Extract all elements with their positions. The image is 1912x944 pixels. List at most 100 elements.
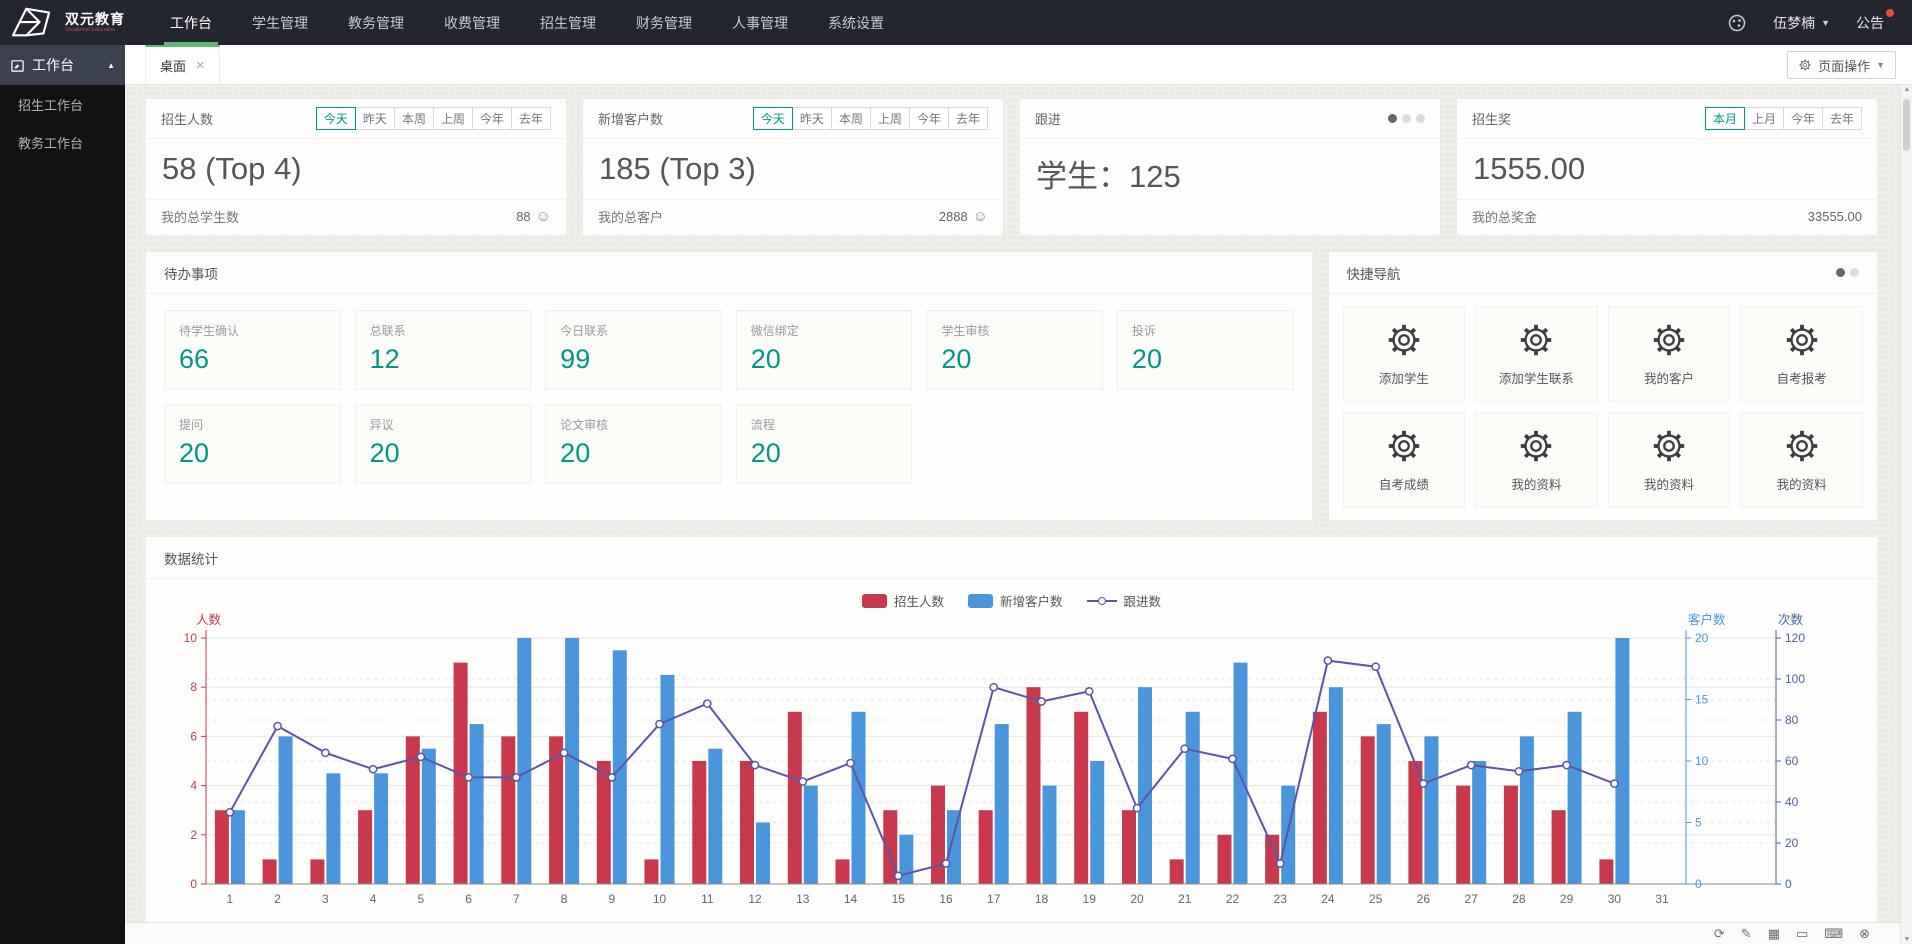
todo-item-5[interactable]: 投诉20	[1117, 310, 1294, 390]
close-icon[interactable]: ⊗	[1859, 927, 1870, 940]
filter-button-2[interactable]: 本周	[394, 107, 434, 130]
filter-button-2[interactable]: 今年	[1783, 107, 1823, 130]
nav-item-0[interactable]: 工作台	[150, 0, 232, 45]
svg-text:6: 6	[465, 892, 472, 906]
carousel-dot-0[interactable]	[1388, 114, 1397, 123]
todo-item-2[interactable]: 今日联系99	[545, 310, 722, 390]
scroll-down-icon[interactable]: ▼	[1901, 936, 1912, 943]
card-title: 跟进	[1035, 109, 1061, 128]
filter-button-1[interactable]: 上月	[1744, 107, 1784, 130]
todo-item-3[interactable]: 微信绑定20	[736, 310, 913, 390]
page-actions-button[interactable]: 页面操作 ▼	[1787, 51, 1896, 79]
scrollbar[interactable]: ▲ ▼	[1900, 85, 1912, 944]
todo-item-7[interactable]: 异议20	[355, 404, 532, 484]
todo-item-6[interactable]: 提问20	[164, 404, 341, 484]
carousel-dot-2[interactable]	[1416, 114, 1425, 123]
carousel-dot-1[interactable]	[1402, 114, 1411, 123]
carousel-dot-1[interactable]	[1850, 268, 1859, 277]
sidebar: 工作台 ▲ 招生工作台教务工作台	[0, 45, 125, 944]
nav-item-2[interactable]: 教务管理	[328, 0, 424, 45]
filter-button-4[interactable]: 今年	[909, 107, 949, 130]
card-header: 招生人数今天昨天本周上周今年去年	[146, 99, 566, 139]
svg-text:4: 4	[370, 892, 377, 906]
quick-nav-item-5[interactable]: 我的资料	[1475, 412, 1598, 508]
svg-text:8: 8	[561, 892, 568, 906]
announcement-button[interactable]: 公告	[1856, 13, 1892, 33]
todo-item-0[interactable]: 待学生确认66	[164, 310, 341, 390]
quick-nav-item-3[interactable]: 自考报考	[1740, 306, 1863, 402]
svg-text:80: 80	[1785, 713, 1799, 727]
svg-text:21: 21	[1178, 892, 1192, 906]
nav-item-1[interactable]: 学生管理	[232, 0, 328, 45]
todo-label: 投诉	[1132, 322, 1279, 339]
grid-icon[interactable]: ▦	[1768, 927, 1780, 940]
filter-button-1[interactable]: 昨天	[792, 107, 832, 130]
svg-text:3: 3	[322, 892, 329, 906]
nav-item-4[interactable]: 招生管理	[520, 0, 616, 45]
todo-item-1[interactable]: 总联系12	[355, 310, 532, 390]
tab-close-icon[interactable]: ×	[196, 58, 205, 73]
card-title: 新增客户数	[598, 109, 663, 128]
filter-button-3[interactable]: 上周	[870, 107, 910, 130]
logo-icon	[6, 4, 58, 42]
todo-item-9[interactable]: 流程20	[736, 404, 913, 484]
todo-item-4[interactable]: 学生审核20	[926, 310, 1103, 390]
theme-icon[interactable]	[1727, 13, 1747, 33]
legend-item-1[interactable]: 新增客户数	[968, 591, 1063, 610]
nav-item-6[interactable]: 人事管理	[712, 0, 808, 45]
todo-label: 总联系	[370, 322, 517, 339]
tab-desktop[interactable]: 桌面 ×	[145, 45, 220, 84]
todo-panel-title: 待办事项	[164, 263, 218, 283]
sidebar-item-1[interactable]: 教务工作台	[0, 123, 125, 161]
user-menu[interactable]: 伍梦楠 ▼	[1773, 13, 1830, 33]
gear-icon	[1783, 321, 1821, 359]
svg-text:11: 11	[701, 892, 714, 906]
quick-nav-item-4[interactable]: 自考成绩	[1343, 412, 1466, 508]
gear-icon	[1798, 58, 1812, 72]
todo-item-8[interactable]: 论文审核20	[545, 404, 722, 484]
card-filters: 本月上月今年去年	[1706, 107, 1862, 130]
logo-subtext: Vocational Education	[65, 27, 119, 33]
todo-value: 20	[751, 438, 898, 469]
nav-item-3[interactable]: 收费管理	[424, 0, 520, 45]
main-menu: 工作台学生管理教务管理收费管理招生管理财务管理人事管理系统设置	[150, 0, 904, 45]
quick-nav-item-7[interactable]: 我的资料	[1740, 412, 1863, 508]
filter-button-0[interactable]: 今天	[753, 107, 793, 130]
window-icon[interactable]: ▭	[1796, 927, 1808, 940]
quick-nav-item-0[interactable]: 添加学生	[1343, 306, 1466, 402]
quick-nav-item-2[interactable]: 我的客户	[1608, 306, 1731, 402]
filter-button-2[interactable]: 本周	[831, 107, 871, 130]
sidebar-group-workbench[interactable]: 工作台 ▲	[0, 45, 125, 85]
edit-icon[interactable]: ✎	[1741, 927, 1752, 940]
filter-button-3[interactable]: 去年	[1822, 107, 1862, 130]
nav-item-5[interactable]: 财务管理	[616, 0, 712, 45]
sidebar-item-0[interactable]: 招生工作台	[0, 85, 125, 123]
card-value: 学生：125	[1020, 139, 1440, 196]
scrollbar-thumb[interactable]	[1903, 99, 1910, 151]
quick-nav-item-1[interactable]: 添加学生联系	[1475, 306, 1598, 402]
legend-item-0[interactable]: 招生人数	[862, 591, 944, 610]
filter-button-5[interactable]: 去年	[948, 107, 988, 130]
chevron-down-icon: ▼	[1821, 18, 1830, 28]
carousel-dot-0[interactable]	[1836, 268, 1845, 277]
filter-button-4[interactable]: 今年	[472, 107, 512, 130]
filter-button-0[interactable]: 本月	[1705, 107, 1745, 130]
quick-nav-panel: 快捷导航 添加学生添加学生联系我的客户自考报考自考成绩我的资料我的资料我的资料	[1328, 251, 1878, 521]
todo-label: 今日联系	[560, 322, 707, 339]
legend-item-2[interactable]: 跟进数	[1087, 591, 1162, 610]
filter-button-1[interactable]: 昨天	[355, 107, 395, 130]
quick-nav-dots	[1836, 268, 1859, 277]
filter-button-3[interactable]: 上周	[433, 107, 473, 130]
todo-label: 微信绑定	[751, 322, 898, 339]
filter-button-0[interactable]: 今天	[316, 107, 356, 130]
announcement-label: 公告	[1856, 15, 1884, 31]
filter-button-5[interactable]: 去年	[511, 107, 551, 130]
nav-item-7[interactable]: 系统设置	[808, 0, 904, 45]
quick-nav-item-6[interactable]: 我的资料	[1608, 412, 1731, 508]
scroll-up-icon[interactable]: ▲	[1901, 86, 1912, 93]
todo-label: 论文审核	[560, 416, 707, 433]
todo-value: 20	[179, 438, 326, 469]
refresh-icon[interactable]: ⟳	[1714, 927, 1725, 940]
stat-card-3: 招生奖本月上月今年去年1555.00我的总奖金33555.00	[1456, 98, 1878, 236]
keyboard-icon[interactable]: ⌨	[1824, 927, 1843, 940]
